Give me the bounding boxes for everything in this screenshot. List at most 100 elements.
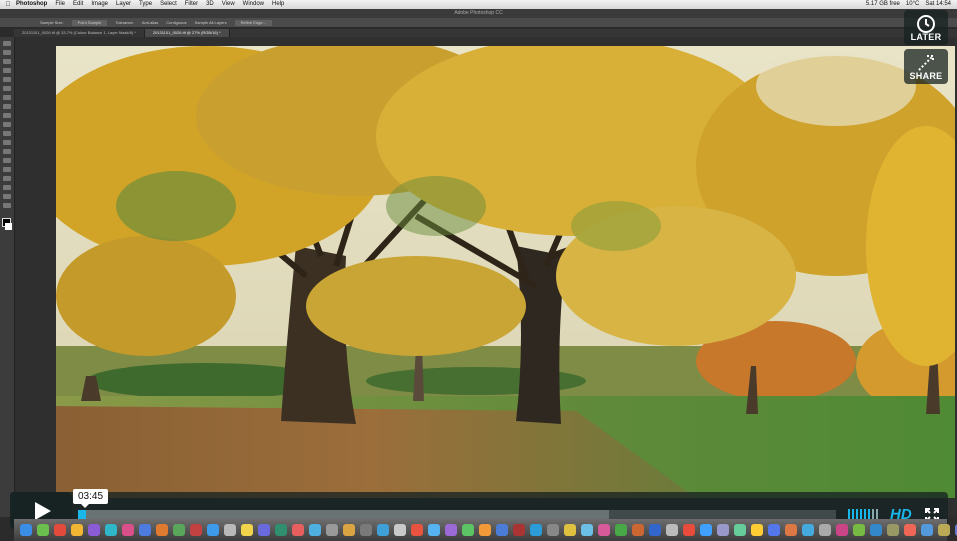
menu-filter[interactable]: Filter	[181, 0, 202, 9]
dock-app-icon[interactable]	[360, 524, 372, 536]
dock-app-icon[interactable]	[870, 524, 882, 536]
dock-app-icon[interactable]	[734, 524, 746, 536]
move-tool-icon[interactable]	[3, 41, 11, 46]
dock-app-icon[interactable]	[411, 524, 423, 536]
share-button[interactable]: SHARE	[904, 49, 948, 84]
menu-layer[interactable]: Layer	[112, 0, 135, 9]
menu-type[interactable]: Type	[135, 0, 156, 9]
dock-app-icon[interactable]	[853, 524, 865, 536]
gradient-tool-icon[interactable]	[3, 140, 11, 145]
dock-app-icon[interactable]	[326, 524, 338, 536]
dock-app-icon[interactable]	[785, 524, 797, 536]
dock-app-icon[interactable]	[938, 524, 950, 536]
dock-app-icon[interactable]	[139, 524, 151, 536]
dock-app-icon[interactable]	[462, 524, 474, 536]
dock-app-icon[interactable]	[802, 524, 814, 536]
dock-app-icon[interactable]	[513, 524, 525, 536]
dock-app-icon[interactable]	[71, 524, 83, 536]
brush-tool-icon[interactable]	[3, 104, 11, 109]
menu-edit[interactable]: Edit	[69, 0, 87, 9]
dock-app-icon[interactable]	[207, 524, 219, 536]
menu-view[interactable]: View	[218, 0, 239, 9]
dock-app-icon[interactable]	[156, 524, 168, 536]
dock-app-icon[interactable]	[819, 524, 831, 536]
dock-app-icon[interactable]	[836, 524, 848, 536]
sample-size-select[interactable]: Point Sample	[71, 19, 108, 26]
lasso-tool-icon[interactable]	[3, 59, 11, 64]
dock-app-icon[interactable]	[105, 524, 117, 536]
dock-app-icon[interactable]	[54, 524, 66, 536]
eyedropper-tool-icon[interactable]	[3, 86, 11, 91]
background-color-swatch[interactable]	[5, 223, 12, 230]
dock-app-icon[interactable]	[37, 524, 49, 536]
history-brush-tool-icon[interactable]	[3, 122, 11, 127]
dock-app-icon[interactable]	[224, 524, 236, 536]
apple-icon[interactable]: 	[4, 0, 12, 9]
dock-app-icon[interactable]	[394, 524, 406, 536]
dock-app-icon[interactable]	[581, 524, 593, 536]
dodge-tool-icon[interactable]	[3, 149, 11, 154]
refine-edge-button[interactable]: Refine Edge...	[234, 19, 272, 26]
current-time-label: 03:45	[73, 489, 109, 508]
path-selection-tool-icon[interactable]	[3, 176, 11, 181]
dock-app-icon[interactable]	[275, 524, 287, 536]
dock-app-icon[interactable]	[683, 524, 695, 536]
dock-app-icon[interactable]	[887, 524, 899, 536]
dock-app-icon[interactable]	[309, 524, 321, 536]
menu-image[interactable]: Image	[87, 0, 112, 9]
dock-app-icon[interactable]	[530, 524, 542, 536]
zoom-tool-icon[interactable]	[3, 203, 11, 208]
marquee-tool-icon[interactable]	[3, 50, 11, 55]
document-tab-2[interactable]: 20131101_0026.tif @ 27% (RGB/16) *	[144, 29, 230, 37]
menu-file[interactable]: File	[51, 0, 69, 9]
dock-app-icon[interactable]	[122, 524, 134, 536]
dock-app-icon[interactable]	[377, 524, 389, 536]
dock-app-icon[interactable]	[258, 524, 270, 536]
dock-app-icon[interactable]	[632, 524, 644, 536]
dock-app-icon[interactable]	[904, 524, 916, 536]
dock-app-icon[interactable]	[428, 524, 440, 536]
type-tool-icon[interactable]	[3, 167, 11, 172]
dock-app-icon[interactable]	[666, 524, 678, 536]
document-tab-1[interactable]: 20131101_0026.tif @ 33.7% (Colour Balanc…	[14, 29, 145, 37]
dock-app-icon[interactable]	[615, 524, 627, 536]
dock-app-icon[interactable]	[343, 524, 355, 536]
dock-app-icon[interactable]	[292, 524, 304, 536]
healing-tool-icon[interactable]	[3, 95, 11, 100]
dock-app-icon[interactable]	[20, 524, 32, 536]
dock-app-icon[interactable]	[598, 524, 610, 536]
stamp-tool-icon[interactable]	[3, 113, 11, 118]
dock-app-icon[interactable]	[547, 524, 559, 536]
share-icon	[918, 55, 934, 71]
dock-app-icon[interactable]	[88, 524, 100, 536]
dock-app-icon[interactable]	[921, 524, 933, 536]
dock-app-icon[interactable]	[717, 524, 729, 536]
dock-app-icon[interactable]	[479, 524, 491, 536]
dock-app-icon[interactable]	[751, 524, 763, 536]
crop-tool-icon[interactable]	[3, 77, 11, 82]
menu-select[interactable]: Select	[156, 0, 181, 9]
dock-app-icon[interactable]	[564, 524, 576, 536]
dock-app-icon[interactable]	[700, 524, 712, 536]
shape-tool-icon[interactable]	[3, 185, 11, 190]
sample-all-layers-checkbox[interactable]: Sample All Layers	[195, 20, 227, 25]
pen-tool-icon[interactable]	[3, 158, 11, 163]
contiguous-checkbox[interactable]: Contiguous	[166, 20, 186, 25]
menubar-app-name[interactable]: Photoshop	[12, 0, 51, 9]
menu-window[interactable]: Window	[239, 0, 268, 9]
menu-3d[interactable]: 3D	[202, 0, 218, 9]
magic-wand-tool-icon[interactable]	[3, 68, 11, 73]
dock-app-icon[interactable]	[496, 524, 508, 536]
watch-later-button[interactable]: LATER	[904, 10, 948, 45]
menu-help[interactable]: Help	[268, 0, 288, 9]
dock-app-icon[interactable]	[649, 524, 661, 536]
anti-alias-checkbox[interactable]: Anti-alias	[142, 20, 158, 25]
photoshop-title-bar: Adobe Photoshop CC	[0, 9, 957, 18]
dock-app-icon[interactable]	[173, 524, 185, 536]
dock-app-icon[interactable]	[190, 524, 202, 536]
dock-app-icon[interactable]	[241, 524, 253, 536]
hand-tool-icon[interactable]	[3, 194, 11, 199]
dock-app-icon[interactable]	[445, 524, 457, 536]
dock-app-icon[interactable]	[768, 524, 780, 536]
eraser-tool-icon[interactable]	[3, 131, 11, 136]
